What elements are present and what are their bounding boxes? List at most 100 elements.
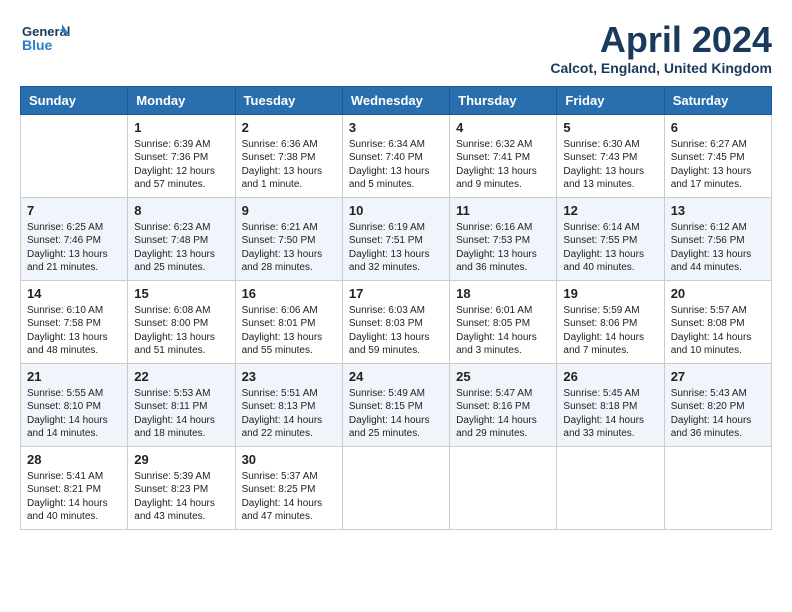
calendar-cell: 20Sunrise: 5:57 AMSunset: 8:08 PMDayligh…	[664, 280, 771, 363]
day-number: 1	[134, 120, 228, 135]
day-info-line: and 28 minutes.	[242, 261, 336, 275]
day-info-line: Daylight: 14 hours	[671, 331, 765, 345]
day-info-line: Daylight: 14 hours	[456, 414, 550, 428]
day-info-line: Sunrise: 5:53 AM	[134, 387, 228, 401]
calendar-cell	[342, 446, 449, 529]
day-info-line: Sunrise: 6:25 AM	[27, 221, 121, 235]
calendar-day-header: Sunday	[21, 86, 128, 114]
calendar-cell: 26Sunrise: 5:45 AMSunset: 8:18 PMDayligh…	[557, 363, 664, 446]
day-info-line: Sunset: 8:13 PM	[242, 400, 336, 414]
calendar-table: SundayMondayTuesdayWednesdayThursdayFrid…	[20, 86, 772, 530]
day-info-line: Sunrise: 6:36 AM	[242, 138, 336, 152]
day-info-line: and 36 minutes.	[671, 427, 765, 441]
day-info-line: Sunrise: 5:45 AM	[563, 387, 657, 401]
day-number: 27	[671, 369, 765, 384]
day-info-line: Daylight: 14 hours	[563, 414, 657, 428]
day-info-line: Daylight: 13 hours	[456, 165, 550, 179]
day-info-line: Sunrise: 5:41 AM	[27, 470, 121, 484]
day-info-line: Sunrise: 5:57 AM	[671, 304, 765, 318]
day-info-line: Daylight: 13 hours	[563, 248, 657, 262]
day-info-line: Sunrise: 6:14 AM	[563, 221, 657, 235]
day-info-line: and 29 minutes.	[456, 427, 550, 441]
day-number: 11	[456, 203, 550, 218]
day-number: 13	[671, 203, 765, 218]
day-number: 3	[349, 120, 443, 135]
logo: General Blue	[20, 20, 70, 62]
calendar-cell: 2Sunrise: 6:36 AMSunset: 7:38 PMDaylight…	[235, 114, 342, 197]
day-info-line: and 13 minutes.	[563, 178, 657, 192]
day-info-line: and 3 minutes.	[456, 344, 550, 358]
calendar-cell: 5Sunrise: 6:30 AMSunset: 7:43 PMDaylight…	[557, 114, 664, 197]
calendar-cell: 14Sunrise: 6:10 AMSunset: 7:58 PMDayligh…	[21, 280, 128, 363]
month-title: April 2024	[550, 20, 772, 60]
day-number: 23	[242, 369, 336, 384]
day-info-line: Sunrise: 6:21 AM	[242, 221, 336, 235]
day-number: 26	[563, 369, 657, 384]
day-info-line: and 14 minutes.	[27, 427, 121, 441]
day-info-line: Sunset: 7:43 PM	[563, 151, 657, 165]
day-info-line: Daylight: 14 hours	[563, 331, 657, 345]
day-info-line: Sunset: 7:48 PM	[134, 234, 228, 248]
day-info-line: Sunrise: 6:19 AM	[349, 221, 443, 235]
day-info-line: Sunrise: 6:16 AM	[456, 221, 550, 235]
location-subtitle: Calcot, England, United Kingdom	[550, 60, 772, 76]
day-info-line: and 21 minutes.	[27, 261, 121, 275]
day-info-line: Daylight: 13 hours	[349, 248, 443, 262]
calendar-week-row: 14Sunrise: 6:10 AMSunset: 7:58 PMDayligh…	[21, 280, 772, 363]
day-info-line: and 33 minutes.	[563, 427, 657, 441]
day-info-line: Daylight: 14 hours	[456, 331, 550, 345]
day-info-line: Sunrise: 6:27 AM	[671, 138, 765, 152]
calendar-cell: 7Sunrise: 6:25 AMSunset: 7:46 PMDaylight…	[21, 197, 128, 280]
day-info-line: Sunrise: 6:34 AM	[349, 138, 443, 152]
day-number: 25	[456, 369, 550, 384]
day-number: 28	[27, 452, 121, 467]
title-block: April 2024 Calcot, England, United Kingd…	[550, 20, 772, 76]
day-info-line: Sunset: 7:46 PM	[27, 234, 121, 248]
day-number: 14	[27, 286, 121, 301]
day-info-line: Daylight: 14 hours	[349, 414, 443, 428]
day-info-line: and 1 minute.	[242, 178, 336, 192]
day-info-line: Sunrise: 5:37 AM	[242, 470, 336, 484]
logo-svg: General Blue	[20, 20, 70, 62]
page-header: General Blue April 2024 Calcot, England,…	[20, 20, 772, 76]
calendar-cell: 17Sunrise: 6:03 AMSunset: 8:03 PMDayligh…	[342, 280, 449, 363]
calendar-cell: 3Sunrise: 6:34 AMSunset: 7:40 PMDaylight…	[342, 114, 449, 197]
day-info-line: Sunset: 8:21 PM	[27, 483, 121, 497]
day-info-line: Daylight: 14 hours	[134, 414, 228, 428]
day-number: 30	[242, 452, 336, 467]
day-info-line: Sunrise: 6:08 AM	[134, 304, 228, 318]
day-info-line: Sunset: 7:45 PM	[671, 151, 765, 165]
svg-text:Blue: Blue	[22, 37, 53, 53]
calendar-week-row: 21Sunrise: 5:55 AMSunset: 8:10 PMDayligh…	[21, 363, 772, 446]
day-number: 2	[242, 120, 336, 135]
calendar-cell	[664, 446, 771, 529]
day-number: 6	[671, 120, 765, 135]
calendar-week-row: 7Sunrise: 6:25 AMSunset: 7:46 PMDaylight…	[21, 197, 772, 280]
day-info-line: Sunset: 7:36 PM	[134, 151, 228, 165]
calendar-cell: 15Sunrise: 6:08 AMSunset: 8:00 PMDayligh…	[128, 280, 235, 363]
calendar-cell: 4Sunrise: 6:32 AMSunset: 7:41 PMDaylight…	[450, 114, 557, 197]
day-info-line: and 57 minutes.	[134, 178, 228, 192]
day-info-line: and 40 minutes.	[27, 510, 121, 524]
day-info-line: Daylight: 14 hours	[671, 414, 765, 428]
calendar-cell: 29Sunrise: 5:39 AMSunset: 8:23 PMDayligh…	[128, 446, 235, 529]
day-info-line: Daylight: 13 hours	[134, 331, 228, 345]
day-number: 10	[349, 203, 443, 218]
day-info-line: Sunrise: 5:49 AM	[349, 387, 443, 401]
day-info-line: Daylight: 13 hours	[242, 248, 336, 262]
day-info-line: Sunset: 8:08 PM	[671, 317, 765, 331]
day-info-line: Sunrise: 6:06 AM	[242, 304, 336, 318]
day-info-line: Daylight: 13 hours	[27, 331, 121, 345]
day-number: 21	[27, 369, 121, 384]
day-info-line: Sunrise: 5:47 AM	[456, 387, 550, 401]
calendar-cell: 8Sunrise: 6:23 AMSunset: 7:48 PMDaylight…	[128, 197, 235, 280]
calendar-cell: 16Sunrise: 6:06 AMSunset: 8:01 PMDayligh…	[235, 280, 342, 363]
calendar-cell: 9Sunrise: 6:21 AMSunset: 7:50 PMDaylight…	[235, 197, 342, 280]
day-info-line: Sunrise: 5:39 AM	[134, 470, 228, 484]
day-info-line: and 7 minutes.	[563, 344, 657, 358]
calendar-cell: 28Sunrise: 5:41 AMSunset: 8:21 PMDayligh…	[21, 446, 128, 529]
calendar-day-header: Thursday	[450, 86, 557, 114]
day-info-line: Daylight: 13 hours	[27, 248, 121, 262]
day-info-line: Sunrise: 5:51 AM	[242, 387, 336, 401]
day-number: 12	[563, 203, 657, 218]
